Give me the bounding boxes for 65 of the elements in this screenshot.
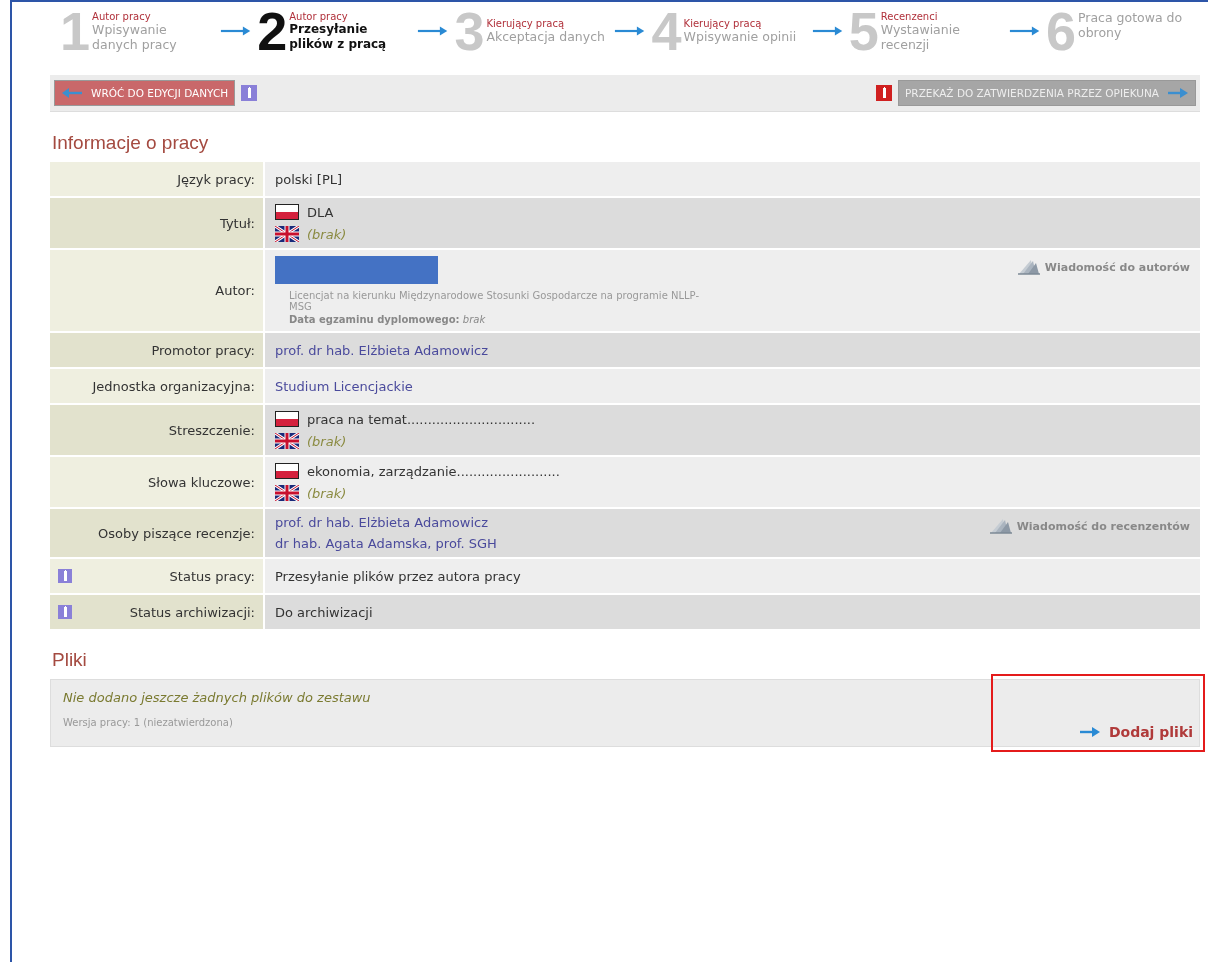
step-role: Kierujący pracą xyxy=(486,18,566,29)
field-value: (brak) xyxy=(307,485,347,501)
back-button[interactable]: WRÓĆ DO EDYCJI DANYCH xyxy=(54,80,236,106)
field-value: DLA xyxy=(307,204,334,220)
arrow-icon xyxy=(614,25,646,37)
step-role: Autor pracy xyxy=(92,10,152,22)
step-role: Kierujący pracą xyxy=(683,18,763,29)
flag-icon xyxy=(275,463,299,479)
flag-icon xyxy=(275,411,299,427)
pages-icon xyxy=(1016,258,1041,276)
add-files-link[interactable]: Dodaj pliki xyxy=(1078,724,1193,740)
field-label: Tytuł: xyxy=(219,215,255,231)
message-link[interactable]: Wiadomość do recenzentów xyxy=(988,517,1190,535)
step-label: Praca gotowa do obrony xyxy=(1078,10,1184,40)
step-label: Wystawianie recenzji xyxy=(880,21,961,52)
step-label: Wpisywanie opinii xyxy=(683,29,798,44)
info-icon[interactable] xyxy=(58,569,72,583)
field-label: Status archiwizacji: xyxy=(129,604,255,620)
flag-icon xyxy=(275,485,299,501)
pages-icon xyxy=(988,517,1013,535)
field-value: (brak) xyxy=(307,433,347,449)
info-icon[interactable] xyxy=(58,605,72,619)
flag-icon xyxy=(275,433,299,449)
arrow-icon xyxy=(811,25,843,37)
empty-message: Nie dodano jeszcze żadnych plików do zestawu xyxy=(63,690,372,705)
field-label: Język pracy: xyxy=(177,171,255,187)
arrow-icon xyxy=(417,25,449,37)
field-label: Streszczenie: xyxy=(168,422,255,438)
flag-icon xyxy=(275,226,299,242)
step-label: Wpisywanie danych pracy xyxy=(92,21,178,52)
person-link[interactable]: prof. dr hab. Elżbieta Adamowicz xyxy=(275,342,489,358)
field-value: Przesyłanie plików przez autora pracy xyxy=(275,568,521,584)
arrow-icon xyxy=(61,87,83,99)
info-icon[interactable] xyxy=(241,85,258,101)
field-value: polski [PL] xyxy=(275,171,343,187)
field-label: Słowa kluczowe: xyxy=(148,474,255,490)
arrow-icon xyxy=(1008,25,1040,37)
field-label: Jednostka organizacyjna: xyxy=(92,378,255,394)
version-text: Wersja pracy: 1 (niezatwierdzona) xyxy=(63,717,234,728)
field-label: Osoby piszące recenzje: xyxy=(98,525,255,541)
exam-date: Data egzaminu dyplomowego: brak xyxy=(289,314,487,325)
step-role: Autor pracy xyxy=(289,10,349,22)
step-label: Przesyłanie plików z pracą xyxy=(289,21,388,52)
step-label: Akceptacja danych xyxy=(486,29,606,44)
section-heading: Pliki xyxy=(52,649,88,671)
field-label: Promotor pracy: xyxy=(151,342,255,358)
flag-icon xyxy=(275,204,299,220)
field-value: praca na temat............................... xyxy=(307,411,536,427)
section-heading: Informacje o pracy xyxy=(52,132,210,154)
field-value: ekonomia, zarządzanie......................... xyxy=(307,463,560,479)
programme-text: Licencjat na kierunku Międzynarodowe Stosunki Gospodarcze na programie NLLP-MSG xyxy=(289,290,700,312)
arrow-icon xyxy=(220,25,252,37)
info-icon[interactable] xyxy=(876,85,893,101)
field-value: (brak) xyxy=(307,226,347,242)
step-role: Recenzenci xyxy=(880,10,939,22)
field-value: Do archiwizacji xyxy=(275,604,373,620)
field-label: Status pracy: xyxy=(169,568,255,584)
person-link[interactable]: dr hab. Agata Adamska, prof. SGH xyxy=(275,536,497,551)
arrow-icon xyxy=(1078,726,1101,738)
person-link[interactable]: Studium Licencjackie xyxy=(275,378,413,394)
message-link[interactable]: Wiadomość do autorów xyxy=(1016,258,1190,276)
person-link[interactable]: prof. dr hab. Elżbieta Adamowicz xyxy=(275,515,497,530)
field-label: Autor: xyxy=(215,283,255,298)
arrow-icon xyxy=(1167,87,1189,99)
step-number: 2 xyxy=(257,7,288,55)
